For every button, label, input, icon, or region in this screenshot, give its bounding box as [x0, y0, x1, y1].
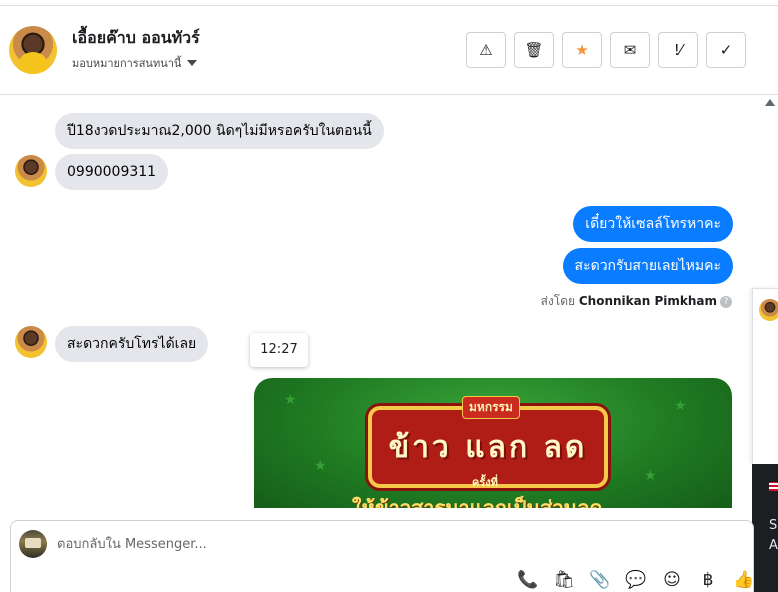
side-panel-avatar[interactable]	[759, 299, 778, 321]
help-icon[interactable]: ?	[720, 295, 732, 308]
scroll-up-arrow-icon[interactable]	[765, 99, 775, 106]
promo-small-label: มหกรรม	[462, 396, 520, 419]
call-icon[interactable]: 📞	[517, 569, 539, 591]
check-icon: ✓	[719, 41, 733, 59]
baht-icon[interactable]: ฿	[697, 569, 719, 591]
delete-button[interactable]: 🗑	[514, 32, 554, 68]
spam-button[interactable]: ⚠	[466, 32, 506, 68]
sender-avatar	[15, 326, 47, 358]
incoming-message[interactable]: สะดวกครับโทรได้เลย	[55, 326, 209, 362]
sent-by-name: Chonnikan Pimkham	[578, 294, 717, 308]
star-icon: ★	[575, 41, 589, 59]
like-icon[interactable]: 👍	[733, 569, 755, 591]
attach-icon[interactable]: 📎	[589, 569, 611, 591]
incoming-message[interactable]: ปี18งวดประมาณ2,000 นิดๆไม่มีหรอครับในตอน…	[55, 113, 384, 149]
sender-avatar	[15, 155, 47, 187]
mark-done-button[interactable]: ✓	[706, 32, 746, 68]
sent-by-label: ส่งโดย Chonnikan Pimkham?	[541, 292, 732, 311]
promo-image-message[interactable]: ★ ★ ★ ★ มหกรรม ข้าว แลก ลด ครั้งที่ ให้ข…	[254, 378, 732, 508]
trash-icon: 🗑	[524, 41, 544, 59]
reply-input[interactable]	[57, 532, 557, 556]
reply-composer: 📞 🛍 📎 💬 ☺ ฿ 👍	[10, 520, 755, 592]
promo-sub-label: ครั้งที่	[472, 476, 498, 489]
assign-conversation-dropdown[interactable]: มอบหมายการสนทนานี้	[72, 54, 198, 72]
conversation-header: เอื้อยค๊าบ ออนทัวร์ มอบหมายการสนทนานี้ ⚠…	[0, 6, 778, 95]
timestamp-tooltip: 12:27	[250, 333, 308, 367]
follow-up-button[interactable]: !⁄	[658, 32, 698, 68]
follow-up-icon: !⁄	[673, 41, 683, 59]
chevron-down-icon	[187, 60, 198, 66]
shop-bag-icon[interactable]: 🛍	[553, 569, 575, 591]
message-list[interactable]: ปี18งวดประมาณ2,000 นิดๆไม่มีหรอครับในตอน…	[0, 96, 752, 508]
sent-by-prefix: ส่งโดย	[540, 294, 576, 308]
composer-tools: 📞 🛍 📎 💬 ☺ ฿ 👍	[517, 569, 755, 591]
side-chat-panel[interactable]	[752, 288, 778, 464]
star-button[interactable]: ★	[562, 32, 602, 68]
promo-big-label: ข้าว แลก ลด	[388, 430, 588, 465]
mark-unread-button[interactable]: ✉	[610, 32, 650, 68]
incoming-message[interactable]: 0990009311	[55, 154, 169, 190]
warning-icon: ⚠	[479, 41, 493, 59]
header-actions: ⚠ 🗑 ★ ✉ !⁄ ✓	[466, 32, 746, 68]
page-avatar	[19, 530, 47, 558]
outgoing-message[interactable]: สะดวกรับสายเลยไหมคะ	[562, 248, 733, 284]
side-dark-panel[interactable]: S A	[752, 464, 778, 592]
promo-line-2: ให้ข้าวสารมาแลกเป็นส่วนลด	[352, 496, 603, 508]
side-text-1: S	[769, 518, 778, 533]
flag-icon	[769, 482, 778, 491]
contact-name[interactable]: เอื้อยค๊าบ ออนทัวร์	[72, 26, 200, 51]
contact-avatar[interactable]	[9, 26, 57, 74]
emoji-icon[interactable]: ☺	[661, 569, 683, 591]
envelope-icon: ✉	[623, 41, 637, 59]
assign-label: มอบหมายการสนทนานี้	[72, 57, 182, 70]
outgoing-message[interactable]: เดี๋ยวให้เซลล์โทรหาคะ	[573, 206, 733, 242]
inbox-conversation: เอื้อยค๊าบ ออนทัวร์ มอบหมายการสนทนานี้ ⚠…	[0, 0, 778, 592]
saved-replies-icon[interactable]: 💬	[625, 569, 647, 591]
side-text-2: A	[769, 538, 778, 553]
